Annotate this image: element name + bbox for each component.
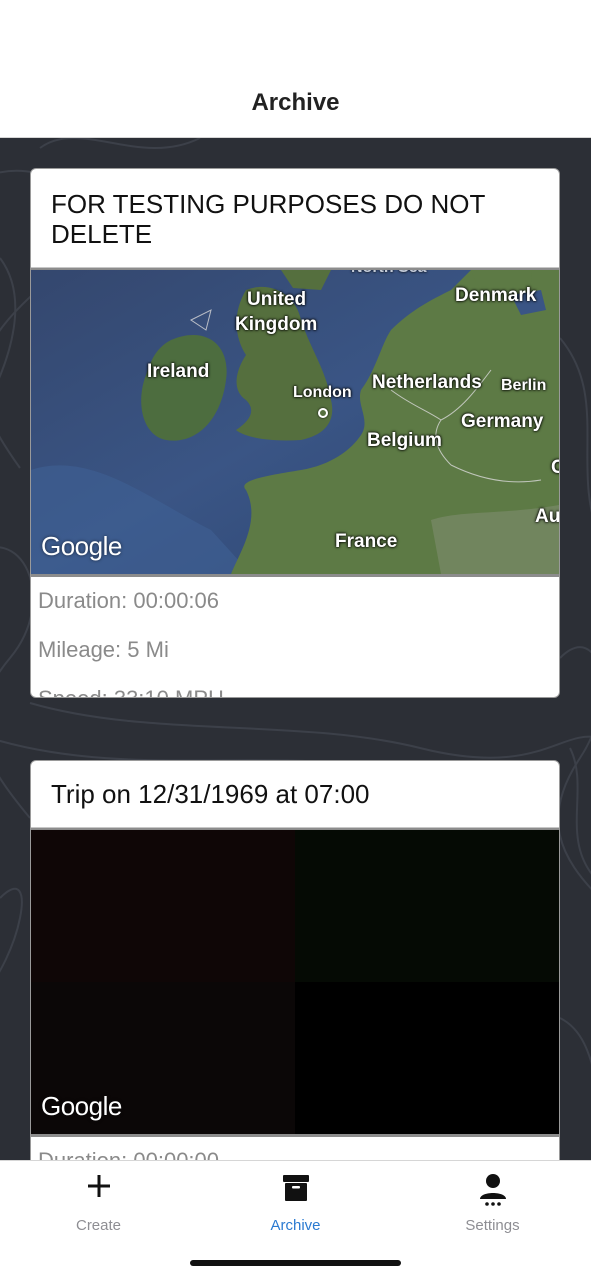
google-logo: Google — [41, 531, 122, 561]
google-logo: Google — [41, 1091, 122, 1121]
map-label-austria: Au — [535, 506, 559, 527]
map-label-kingdom: Kingdom — [235, 314, 318, 335]
page-title: Archive — [251, 89, 340, 116]
map-label-czech: C — [551, 456, 559, 480]
map-label-denmark: Denmark — [455, 285, 537, 306]
london-marker-icon — [318, 408, 328, 418]
archive-box-icon — [282, 1175, 309, 1201]
map-label-north-sea: North Sea — [351, 270, 427, 280]
trip-card[interactable]: Trip on 12/31/1969 at 07:00 Google Durat… — [30, 760, 560, 1160]
trip-title: FOR TESTING PURPOSES DO NOT DELETE — [31, 169, 559, 268]
trip-card[interactable]: FOR TESTING PURPOSES DO NOT DELETE Unite… — [30, 168, 560, 698]
tab-create[interactable]: Create — [0, 1161, 197, 1241]
map-label-united: United — [247, 289, 307, 310]
trip-map[interactable]: North Sea United Kingdom Denmark Ireland… — [31, 268, 559, 577]
dark-map-image — [31, 830, 559, 1134]
map-label-france: France — [335, 531, 398, 552]
archive-list[interactable]: FOR TESTING PURPOSES DO NOT DELETE Unite… — [0, 138, 591, 1160]
app-header: Archive — [0, 0, 591, 138]
tab-archive[interactable]: Archive — [197, 1161, 394, 1241]
trip-mileage: Mileage: 5 Mi — [38, 637, 169, 662]
trip-map[interactable]: Google — [31, 828, 559, 1137]
tab-label: Create — [75, 1217, 122, 1234]
map-label-london: London — [293, 384, 352, 401]
map-label-germany: Germany — [461, 411, 544, 432]
map-label-berlin: Berlin — [501, 377, 547, 394]
trip-duration: Duration: 00:00:06 — [38, 588, 220, 613]
home-indicator[interactable] — [190, 1260, 401, 1266]
plus-icon — [87, 1175, 110, 1197]
map-label-ireland: Ireland — [147, 361, 210, 382]
trip-title: Trip on 12/31/1969 at 07:00 — [31, 761, 559, 828]
user-icon — [479, 1174, 506, 1206]
tab-settings[interactable]: Settings — [394, 1161, 591, 1241]
tab-label: Settings — [465, 1217, 520, 1234]
tab-label: Archive — [270, 1217, 321, 1234]
trip-duration: Duration: 00:00:00 — [31, 1137, 559, 1160]
map-label-netherlands: Netherlands — [372, 372, 482, 393]
map-label-belgium: Belgium — [367, 430, 442, 451]
trip-speed: Speed: 33:10 MPH — [31, 675, 559, 697]
